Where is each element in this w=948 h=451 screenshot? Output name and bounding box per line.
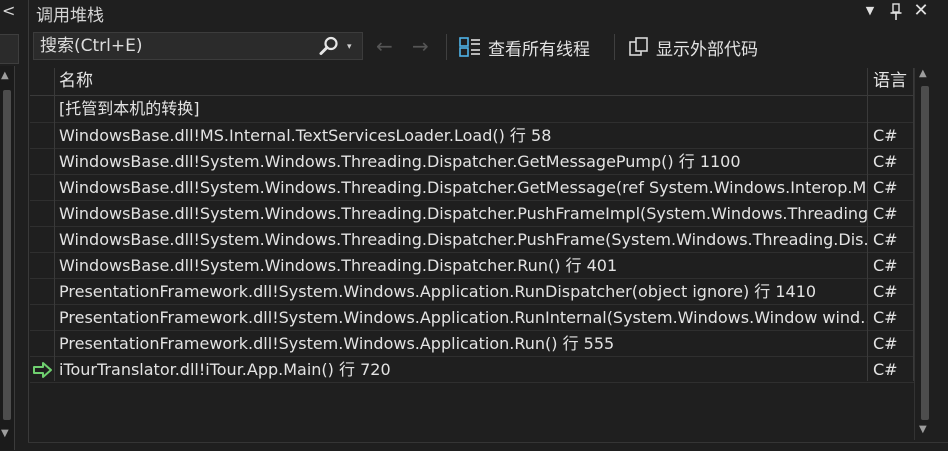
- frame-language: C#: [873, 178, 898, 197]
- call-stack-grid: 名称 语言 [托管到本机的转换] WindowsBase.dll!MS.Inter…: [30, 68, 914, 383]
- frame-name: [托管到本机的转换]: [59, 99, 200, 118]
- search-input[interactable]: [40, 35, 310, 57]
- stack-frame-row[interactable]: WindowsBase.dll!System.Windows.Threading…: [30, 149, 914, 175]
- scroll-up-icon[interactable]: ▲: [1, 70, 9, 81]
- frame-name: WindowsBase.dll!System.Windows.Threading…: [59, 256, 618, 275]
- close-button[interactable]: ✕: [911, 0, 931, 24]
- frame-name: WindowsBase.dll!System.Windows.Threading…: [59, 230, 867, 249]
- toolbar-separator: [446, 34, 447, 60]
- panel-title: 调用堆栈: [36, 6, 104, 26]
- show-external-code-button[interactable]: 显示外部代码: [628, 34, 758, 60]
- scroll-up-icon[interactable]: ▲: [919, 68, 927, 79]
- frame-language: C#: [873, 152, 898, 171]
- adjacent-panel-toolbar-stub: [0, 34, 19, 64]
- forward-arrow-icon[interactable]: →: [412, 34, 429, 58]
- show-all-threads-button[interactable]: 查看所有线程: [458, 34, 590, 60]
- frame-language: C#: [873, 126, 898, 145]
- frame-name: iTourTranslator.dll!iTour.App.Main() 行 7…: [59, 360, 391, 379]
- scroll-down-icon[interactable]: ▼: [919, 424, 927, 435]
- external-code-icon: [629, 37, 648, 56]
- pin-icon: [890, 3, 902, 20]
- frame-language: C#: [873, 256, 898, 275]
- toolbar-separator: [614, 34, 615, 60]
- search-box[interactable]: [33, 32, 363, 60]
- scrollbar-thumb[interactable]: [3, 90, 11, 420]
- back-arrow-icon[interactable]: ←: [376, 34, 393, 58]
- frame-name: PresentationFramework.dll!System.Windows…: [59, 308, 867, 327]
- call-stack-rows: [托管到本机的转换] WindowsBase.dll!MS.Internal.Te…: [30, 96, 914, 383]
- window-position-dropdown-button[interactable]: ▼: [860, 0, 880, 24]
- frame-name: WindowsBase.dll!System.Windows.Threading…: [59, 178, 867, 197]
- frame-name: WindowsBase.dll!MS.Internal.TextServices…: [59, 126, 552, 145]
- frame-language: C#: [873, 308, 898, 327]
- collapse-caret-icon[interactable]: <: [2, 1, 15, 20]
- pin-button[interactable]: [886, 0, 906, 24]
- frame-language: [873, 96, 913, 122]
- threads-icon: [459, 37, 480, 57]
- current-frame-row[interactable]: iTourTranslator.dll!iTour.App.Main() 行 7…: [30, 357, 914, 383]
- stack-frame-row[interactable]: WindowsBase.dll!System.Windows.Threading…: [30, 227, 914, 253]
- frame-language: C#: [873, 282, 898, 301]
- stack-frame-row[interactable]: [托管到本机的转换]: [30, 96, 914, 123]
- stack-frame-row[interactable]: WindowsBase.dll!System.Windows.Threading…: [30, 253, 914, 279]
- frame-name: WindowsBase.dll!System.Windows.Threading…: [59, 152, 741, 171]
- show-external-code-label: 显示外部代码: [656, 39, 758, 60]
- search-options-dropdown-icon[interactable]: ▾: [347, 42, 352, 52]
- grid-column-divider: [867, 68, 868, 381]
- stack-frame-row[interactable]: WindowsBase.dll!MS.Internal.TextServices…: [30, 123, 914, 149]
- frame-language: C#: [873, 360, 898, 379]
- stack-frame-row[interactable]: WindowsBase.dll!System.Windows.Threading…: [30, 175, 914, 201]
- frame-language: C#: [873, 334, 898, 353]
- frame-language: C#: [873, 230, 898, 249]
- stack-frame-row[interactable]: WindowsBase.dll!System.Windows.Threading…: [30, 201, 914, 227]
- stack-frame-row[interactable]: PresentationFramework.dll!System.Windows…: [30, 331, 914, 357]
- column-header-name[interactable]: 名称: [59, 68, 93, 95]
- grid-header: 名称 语言: [30, 68, 914, 96]
- frame-name: WindowsBase.dll!System.Windows.Threading…: [59, 204, 867, 223]
- frame-name: PresentationFramework.dll!System.Windows…: [59, 334, 615, 353]
- search-icon[interactable]: [318, 35, 340, 57]
- stack-frame-row[interactable]: PresentationFramework.dll!System.Windows…: [30, 279, 914, 305]
- frame-name: PresentationFramework.dll!System.Windows…: [59, 282, 817, 301]
- current-frame-arrow-icon: [32, 361, 54, 379]
- grid-marker-column-divider: [54, 68, 55, 381]
- stack-frame-row[interactable]: PresentationFramework.dll!System.Windows…: [30, 305, 914, 331]
- scroll-down-icon[interactable]: ▼: [1, 428, 9, 439]
- frame-language: C#: [873, 204, 898, 223]
- column-header-language[interactable]: 语言: [873, 68, 907, 95]
- scrollbar-thumb[interactable]: [921, 86, 929, 420]
- show-all-threads-label: 查看所有线程: [488, 39, 590, 60]
